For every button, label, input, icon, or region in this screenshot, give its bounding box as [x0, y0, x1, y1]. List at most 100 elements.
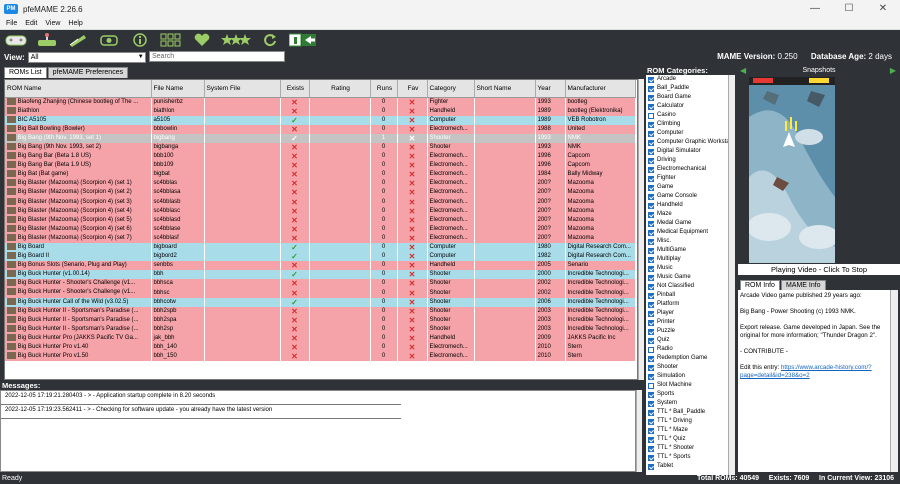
category-item[interactable]: TTL * Quiz — [646, 435, 728, 444]
grid-icon[interactable] — [159, 31, 183, 49]
fav-x-icon[interactable]: ✕ — [397, 242, 428, 253]
col-category[interactable]: Category — [427, 80, 475, 98]
snapshot-video[interactable] — [749, 77, 835, 263]
category-item[interactable]: Music Game — [646, 273, 728, 282]
fav-x-icon[interactable]: ✕ — [397, 288, 428, 298]
category-item[interactable]: Redemption Game — [646, 354, 728, 363]
category-item[interactable]: Platform — [646, 300, 728, 309]
fav-x-icon[interactable]: ✕ — [397, 279, 428, 289]
checkbox[interactable] — [648, 211, 654, 218]
category-item[interactable]: Shooter — [646, 363, 728, 372]
category-item[interactable]: Medal Game — [646, 219, 728, 228]
checkbox[interactable] — [648, 139, 654, 146]
category-item[interactable]: System — [646, 399, 728, 408]
fav-x-icon[interactable]: ✕ — [397, 352, 428, 362]
category-item[interactable]: TTL * Maze — [646, 426, 728, 435]
fav-x-icon[interactable]: ✕ — [397, 261, 428, 271]
leaf-icon[interactable] — [66, 31, 90, 49]
minimize-icon[interactable]: — — [798, 0, 832, 18]
table-row[interactable]: Big Buck Hunter II - Sportsman's Paradis… — [5, 315, 636, 325]
category-item[interactable]: Music — [646, 264, 728, 273]
table-row[interactable]: Big Bang Bar (Beta 1.9 US) bbb109 ✕ 0 ✕ Elect… — [5, 161, 636, 171]
category-item[interactable]: Multiplay — [646, 255, 728, 264]
fav-x-icon[interactable]: ✕ — [397, 215, 428, 225]
category-item[interactable]: Not Classified — [646, 282, 728, 291]
table-row[interactable]: Big Buck Hunter (v1.00.14) bbh ✓ 0 ✕ Shooter 2… — [5, 270, 636, 280]
col-manufacturer[interactable]: Manufacturer — [565, 80, 636, 98]
checkbox[interactable] — [648, 265, 654, 272]
checkbox[interactable] — [648, 382, 654, 389]
fav-x-icon[interactable]: ✕ — [397, 252, 428, 262]
category-item[interactable]: Maze — [646, 210, 728, 219]
fav-x-icon[interactable]: ✕ — [397, 343, 428, 353]
category-item[interactable]: TTL * Sports — [646, 453, 728, 462]
checkbox[interactable] — [648, 247, 654, 254]
menu-file[interactable]: File — [6, 20, 17, 27]
category-item[interactable]: Handheld — [646, 201, 728, 210]
checkbox[interactable] — [648, 346, 654, 353]
fav-x-icon[interactable]: ✕ — [397, 133, 428, 143]
fav-x-icon[interactable]: ✕ — [397, 124, 428, 134]
category-item[interactable]: Ball_Paddle — [646, 84, 728, 93]
category-item[interactable]: TTL * Shooter — [646, 444, 728, 453]
checkbox[interactable] — [648, 355, 654, 362]
joystick-icon[interactable] — [35, 31, 59, 49]
category-item[interactable]: Radio — [646, 345, 728, 354]
checkbox[interactable] — [648, 463, 654, 470]
table-row[interactable]: Big Buck Hunter II - Sportsman's Paradis… — [5, 306, 636, 316]
checkbox[interactable] — [648, 256, 654, 263]
fav-x-icon[interactable]: ✕ — [397, 161, 428, 171]
checkbox[interactable] — [648, 184, 654, 191]
category-item[interactable]: Game — [646, 183, 728, 192]
fav-x-icon[interactable]: ✕ — [397, 306, 428, 316]
info-scrollbar[interactable] — [890, 290, 898, 472]
category-item[interactable]: Printer — [646, 318, 728, 327]
checkbox[interactable] — [648, 391, 654, 398]
menu-edit[interactable]: Edit — [25, 20, 37, 27]
tab-preferences[interactable]: pfeMAME Preferences — [47, 67, 129, 78]
checkbox[interactable] — [648, 436, 654, 443]
fav-x-icon[interactable]: ✕ — [397, 297, 428, 307]
table-row[interactable]: Big Blaster (Mazooma) (Scorpion 4) (set … — [5, 233, 636, 243]
col-rom-name[interactable]: ROM Name — [5, 80, 152, 98]
table-row[interactable]: Big Buck Hunter - Shooter's Challenge (v… — [5, 288, 636, 298]
checkbox[interactable] — [648, 130, 654, 137]
category-item[interactable]: Casino — [646, 111, 728, 120]
col-exists[interactable]: Exists — [280, 80, 310, 98]
category-item[interactable]: Digital Simulator — [646, 147, 728, 156]
category-item[interactable]: TTL * Driving — [646, 417, 728, 426]
gamepad-icon[interactable] — [4, 31, 28, 49]
checkbox[interactable] — [648, 445, 654, 452]
col-fav[interactable]: Fav — [397, 80, 428, 98]
messages-scrollbar[interactable] — [636, 390, 642, 472]
checkbox[interactable] — [648, 202, 654, 209]
category-item[interactable]: Calculator — [646, 102, 728, 111]
rom-table-scrollbar[interactable] — [638, 79, 644, 380]
table-row[interactable]: Big Bonus Slots (Senario, Plug and Play)… — [5, 261, 636, 271]
checkbox[interactable] — [648, 85, 654, 92]
stars-icon[interactable] — [221, 31, 251, 49]
category-item[interactable]: Quiz — [646, 336, 728, 345]
checkbox[interactable] — [648, 175, 654, 182]
table-row[interactable]: Big Board II bigbord2 ✓ 0 ✕ Computer 1982 Digit… — [5, 252, 636, 262]
category-item[interactable]: Fighter — [646, 174, 728, 183]
category-item[interactable]: Simulation — [646, 372, 728, 381]
menu-help[interactable]: Help — [68, 20, 82, 27]
fav-x-icon[interactable]: ✕ — [397, 233, 428, 243]
col-system-file[interactable]: System File — [204, 80, 281, 98]
category-item[interactable]: Player — [646, 309, 728, 318]
checkbox[interactable] — [648, 193, 654, 200]
checkbox[interactable] — [648, 94, 654, 101]
table-row[interactable]: Big Ball Bowling (Bowler) bbbowlin ✕ 0 ✕ Elec… — [5, 124, 636, 134]
search-input[interactable]: Search — [149, 51, 285, 62]
play-video-button[interactable]: Playing Video - Click To Stop — [738, 264, 900, 275]
table-row[interactable]: BIC A5105 a5105 ✓ 0 ✕ Computer 1989 VEB Robotro… — [5, 115, 636, 125]
category-item[interactable]: Board Game — [646, 93, 728, 102]
table-row[interactable]: Big Buck Hunter Pro v1.40 bbh_140 ✕ 0 ✕ Elect… — [5, 343, 636, 353]
table-row[interactable]: Big Buck Hunter - Shooter's Challenge (v… — [5, 279, 636, 289]
close-icon[interactable]: ✕ — [866, 0, 900, 18]
fav-x-icon[interactable]: ✕ — [397, 142, 428, 153]
category-item[interactable]: Electromechanical — [646, 165, 728, 174]
checkbox[interactable] — [648, 220, 654, 227]
checkbox[interactable] — [648, 319, 654, 326]
